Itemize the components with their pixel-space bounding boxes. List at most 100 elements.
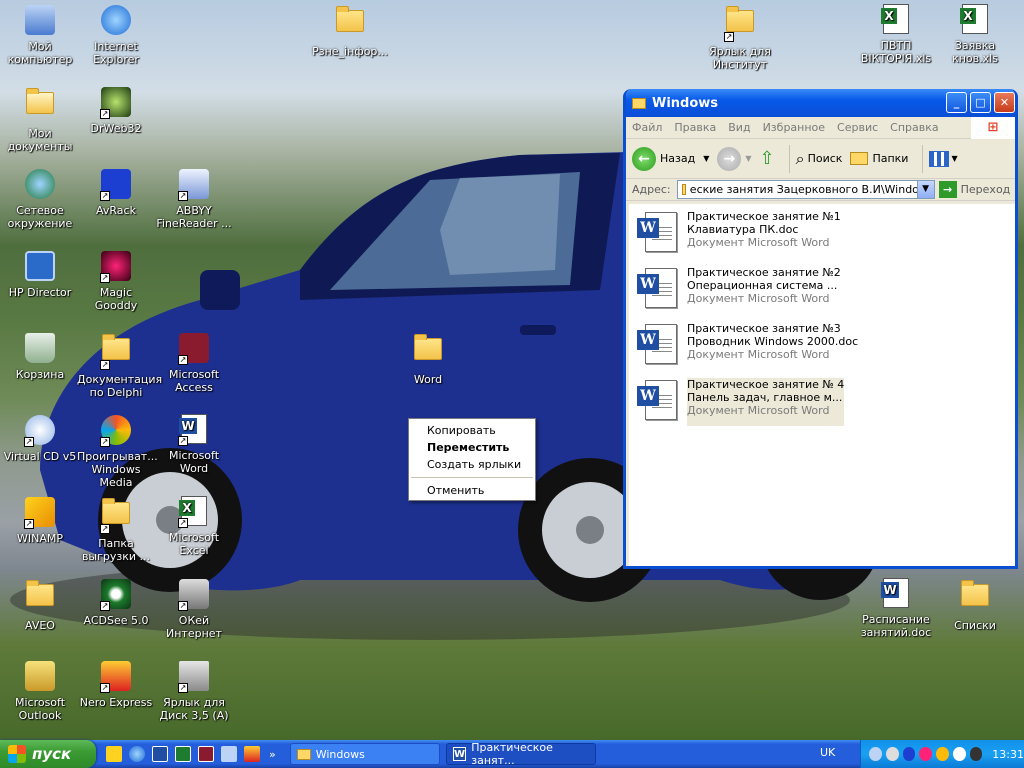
views-button[interactable]: ▼: [929, 150, 958, 167]
virtual-cd-icon: ↗: [24, 415, 56, 447]
desktop-icon-floppy[interactable]: ↗ Ярлык для Диск 3,5 (A): [154, 660, 234, 722]
magic-gooddy-tray-icon[interactable]: [919, 747, 932, 761]
desktop-icon-outlook[interactable]: Microsoft Outlook: [0, 660, 80, 722]
task-windows[interactable]: Windows: [289, 743, 440, 765]
address-field[interactable]: еские занятия Зацерковного В.И\Windows ▼: [676, 180, 935, 199]
drweb-tray-icon[interactable]: [969, 747, 983, 761]
menu-favorites[interactable]: Избранное: [763, 121, 825, 134]
desktop-icon-word[interactable]: ↗ Microsoft Word: [154, 414, 234, 475]
network-quicklaunch-icon[interactable]: [221, 746, 237, 762]
up-button[interactable]: ⇧: [760, 148, 775, 169]
desktop-icon-magic-gooddy[interactable]: ↗ Magic Gooddy: [76, 250, 156, 312]
menu-item-copy[interactable]: Копировать: [409, 422, 535, 439]
start-button[interactable]: пуск: [0, 740, 96, 768]
network-tray-icon[interactable]: [869, 747, 882, 761]
desktop-icon-delphi-docs[interactable]: ↗ Документация по Delphi: [76, 332, 162, 399]
maximize-button[interactable]: □: [970, 92, 991, 113]
clock-tray-icon[interactable]: [952, 747, 966, 761]
desktop-icon-folder-rzne[interactable]: Рзне_інфор...: [310, 4, 390, 58]
desktop-icon-schedule-doc[interactable]: Расписание занятий.doc: [856, 578, 936, 639]
desktop-icon-winamp[interactable]: ↗ WINAMP: [0, 496, 80, 545]
menu-item-create-shortcuts[interactable]: Создать ярлыки: [409, 456, 535, 473]
close-button[interactable]: ✕: [994, 92, 1015, 113]
menu-tools[interactable]: Сервис: [837, 121, 878, 134]
chevron-down-icon: ▼: [951, 154, 958, 163]
minimize-button[interactable]: _: [946, 92, 967, 113]
go-button[interactable]: → Переход: [938, 181, 1010, 198]
language-indicator[interactable]: UK: [820, 746, 835, 759]
address-label: Адрес:: [632, 183, 671, 196]
file-item[interactable]: W Практическое занятие №3 Проводник Wind…: [637, 322, 1015, 370]
desktop-icon-okey-internet[interactable]: ↗ ОКей Интернет: [154, 578, 234, 640]
desktop-icon-internet-explorer[interactable]: Internet Explorer: [76, 4, 156, 66]
desktop-icon-recycle-bin[interactable]: Корзина: [0, 332, 80, 381]
clock[interactable]: 13:31: [992, 748, 1024, 761]
desktop-icon-acdsee[interactable]: ↗ ACDSee 5.0: [76, 578, 156, 627]
desktop-icon-zayavka-xls[interactable]: Заявка кнов.xls: [935, 4, 1015, 65]
desktop-icon-hp-director[interactable]: HP Director: [0, 250, 80, 299]
access-quicklaunch-icon[interactable]: [198, 746, 214, 762]
quick-launch-more[interactable]: »: [269, 748, 276, 761]
outlook-icon: [24, 661, 56, 693]
internet-explorer-quicklaunch-icon[interactable]: [129, 746, 145, 762]
menu-file[interactable]: Файл: [632, 121, 662, 134]
folders-button[interactable]: Папки: [850, 152, 908, 165]
menu-item-cancel[interactable]: Отменить: [409, 482, 535, 499]
desktop-icon-media-player[interactable]: ↗ Проигрыват... Windows Media: [76, 414, 158, 489]
file-item[interactable]: W Практическое занятие №2 Операционная с…: [637, 266, 1015, 314]
desktop-icon-access[interactable]: ↗ Microsoft Access: [154, 332, 234, 394]
address-bar: Адрес: еские занятия Зацерковного В.И\Wi…: [626, 179, 1015, 201]
file-item[interactable]: W Практическое занятие №1 Клавиатура ПК.…: [637, 210, 1015, 258]
menu-edit[interactable]: Правка: [674, 121, 716, 134]
task-word-document[interactable]: W Практическое занят...: [445, 741, 596, 767]
word-doc-icon: [880, 578, 912, 610]
folder-icon: ↗: [100, 334, 132, 370]
chevron-down-icon[interactable]: ▼: [745, 154, 751, 163]
antivirus-tray-icon[interactable]: [885, 747, 899, 761]
search-label: Поиск: [807, 152, 843, 165]
menu-help[interactable]: Справка: [890, 121, 938, 134]
back-arrow-icon: ←: [632, 146, 656, 171]
nero-quicklaunch-icon[interactable]: [244, 746, 260, 762]
word-quicklaunch-icon[interactable]: [152, 746, 168, 762]
chevron-down-icon[interactable]: ▼: [916, 181, 934, 198]
title-bar[interactable]: Windows _ □ ✕: [626, 89, 1015, 117]
chevron-down-icon[interactable]: ▼: [703, 154, 709, 163]
excel-quicklaunch-icon[interactable]: [175, 746, 191, 762]
toolbar-separator: [788, 144, 790, 173]
file-type: Документ Microsoft Word: [687, 404, 830, 417]
winamp-quicklaunch-icon[interactable]: [106, 746, 122, 762]
excel-file-icon: [959, 4, 991, 36]
desktop-icon-pvtp-xls[interactable]: ПВТП ВІКТОРІЯ.xls: [856, 4, 936, 65]
menu-view[interactable]: Вид: [728, 121, 750, 134]
window-title: Windows: [652, 95, 719, 111]
avrack-tray-icon[interactable]: [902, 747, 916, 761]
scheduler-tray-icon[interactable]: [936, 747, 949, 761]
file-type: Документ Microsoft Word: [687, 292, 830, 305]
folder-icon: [412, 334, 444, 370]
desktop-icon-abbyy[interactable]: ↗ ABBYY FineReader ...: [154, 168, 234, 230]
file-item-selected[interactable]: W Практическое занятие № 4 Панель задач,…: [637, 378, 1015, 426]
desktop-icon-institut-shortcut[interactable]: ↗ Ярлык для Институт: [700, 4, 780, 71]
desktop-icon-hp-folder[interactable]: ↗ Папка выгрузки ...: [76, 496, 156, 563]
back-button[interactable]: ← Назад ▼: [632, 146, 709, 171]
desktop-icon-spiski[interactable]: Списки: [935, 578, 1015, 632]
desktop-icon-my-computer[interactable]: Мой компьютер: [0, 4, 80, 66]
acdsee-icon: ↗: [100, 579, 132, 611]
forward-button[interactable]: → ▼: [717, 146, 752, 171]
winamp-icon: ↗: [24, 497, 56, 529]
desktop-icon-avrack[interactable]: ↗ AvRack: [76, 168, 156, 217]
desktop-icon-virtual-cd[interactable]: ↗ Virtual CD v5: [0, 414, 80, 463]
desktop-icon-aveo[interactable]: AVEO: [0, 578, 80, 632]
file-name-line2: Операционная система ...: [687, 279, 838, 292]
forward-arrow-icon: →: [717, 146, 742, 171]
desktop-icon-word-folder[interactable]: Word: [388, 332, 468, 386]
desktop-icon-excel[interactable]: ↗ Microsoft Excel: [154, 496, 234, 557]
context-menu: Копировать Переместить Создать ярлыки От…: [408, 418, 536, 501]
menu-item-move[interactable]: Переместить: [409, 439, 535, 456]
desktop-icon-nero[interactable]: ↗ Nero Express: [76, 660, 156, 709]
desktop-icon-my-documents[interactable]: Мои документы: [0, 86, 80, 153]
desktop-icon-drweb[interactable]: ↗ DrWeb32: [76, 86, 156, 135]
search-button[interactable]: ⌕ Поиск: [796, 149, 843, 169]
desktop-icon-network[interactable]: Сетевое окружение: [0, 168, 80, 230]
